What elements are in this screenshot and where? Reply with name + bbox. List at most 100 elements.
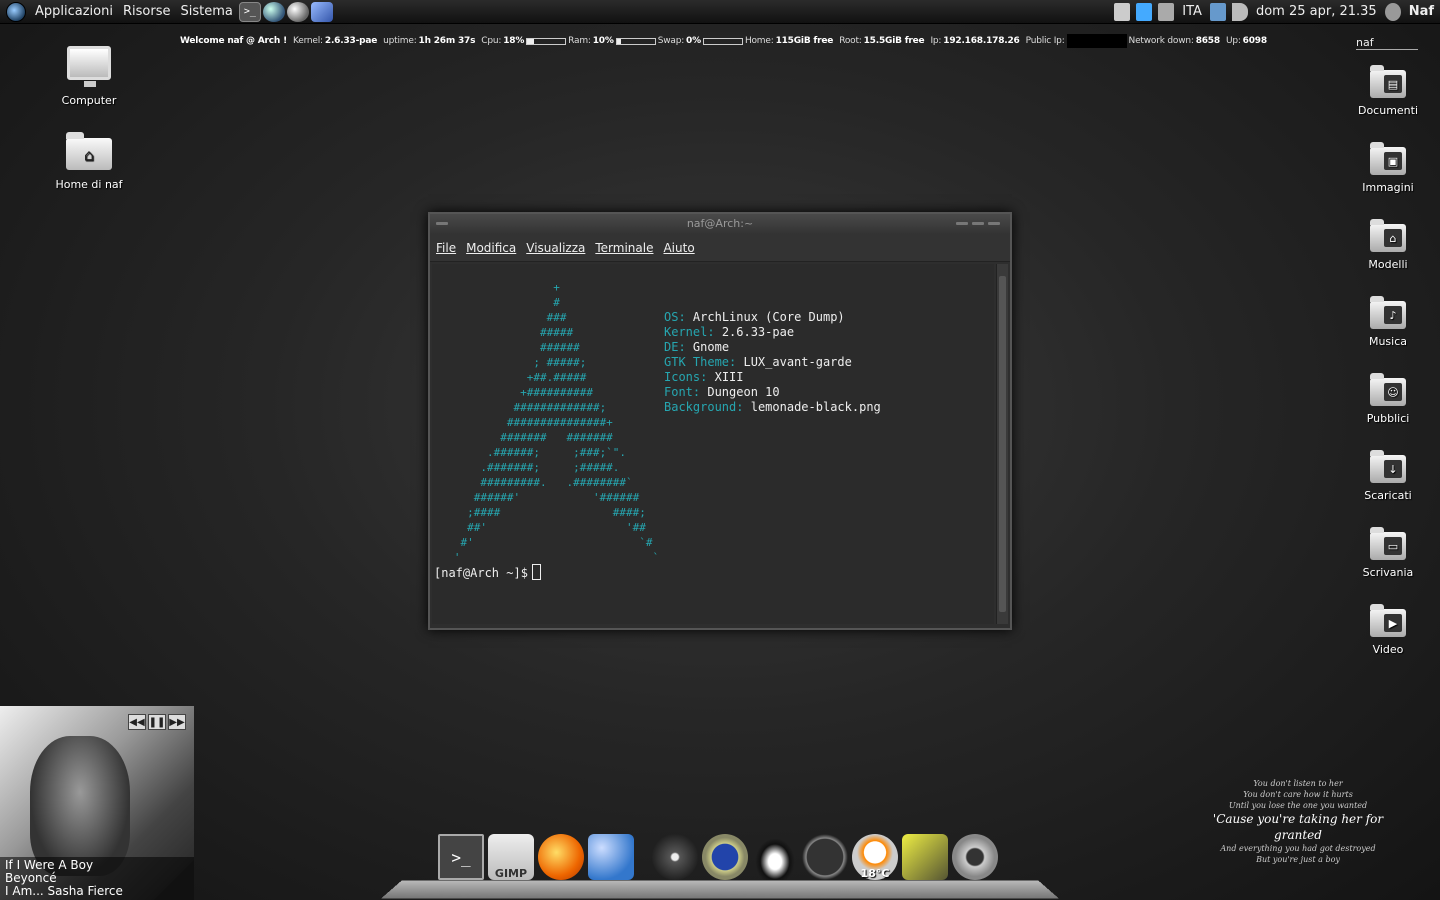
window-title: naf@Arch:~	[686, 217, 754, 230]
desktop-icon-documenti[interactable]: ▤ Documenti	[1350, 65, 1426, 117]
speaker-device-icon[interactable]	[1114, 2, 1131, 21]
info-value: Gnome	[692, 340, 730, 354]
folder-icon: ⌂	[1370, 219, 1406, 252]
window-menu-button[interactable]	[436, 222, 448, 225]
dock: >_ GIMP 18°C	[438, 834, 1002, 880]
desktop-icon-modelli[interactable]: ⌂ Modelli	[1350, 219, 1426, 271]
music-player-widget[interactable]: ◀◀ ❚❚ ▶▶ If I Were A Boy Beyoncé I Am...…	[0, 706, 194, 900]
dock-folder-icon[interactable]	[902, 834, 948, 880]
dock-firefox-icon[interactable]	[538, 834, 584, 880]
lyric-line: Until you lose the one you wanted	[1228, 801, 1368, 810]
shell-prompt[interactable]: [naf@Arch ~]$	[434, 564, 541, 581]
scrollbar-thumb[interactable]	[999, 276, 1006, 612]
conky-cpu-label: Cpu:	[481, 36, 502, 46]
info-value: lemonade-black.png	[750, 400, 881, 414]
info-value: XIII	[714, 370, 744, 384]
folder-icon: ▤	[1370, 65, 1406, 98]
conky-cpu: 18%	[503, 36, 525, 46]
menu-applicazioni[interactable]: Applicazioni	[30, 4, 118, 19]
public-ip-redacted	[1066, 34, 1127, 48]
folder-emblem-icon: ▤	[1384, 75, 1402, 93]
menu-modifica[interactable]: Modifica	[466, 241, 516, 255]
dock-tux-icon[interactable]	[752, 834, 798, 880]
dock-terminal-icon[interactable]: >_	[438, 834, 484, 880]
prompt-text: [naf@Arch ~]$	[434, 566, 528, 580]
panel-user-name[interactable]: Naf	[1409, 4, 1434, 19]
lyric-line: But you're just a boy	[1256, 855, 1340, 864]
maximize-button[interactable]	[972, 222, 984, 225]
conky-up-label: Up:	[1225, 36, 1241, 46]
desktop-icon-home[interactable]: ⌂ Home di naf	[44, 132, 134, 191]
media-launcher-icon[interactable]	[286, 1, 309, 22]
folder-emblem-icon: ☺	[1384, 383, 1402, 401]
desktop-icon-label: Scrivania	[1362, 566, 1414, 579]
terminal-scrollbar[interactable]	[996, 264, 1008, 624]
pointer-icon[interactable]	[1158, 2, 1175, 21]
info-line: Icons: XIII	[664, 370, 881, 385]
album-art-image	[30, 736, 130, 876]
menu-aiuto[interactable]: Aiuto	[663, 241, 694, 255]
network-icon[interactable]	[1209, 2, 1226, 21]
info-key: Icons:	[664, 370, 708, 384]
desktop-icon-musica[interactable]: ♪ Musica	[1350, 296, 1426, 348]
desktop-icon-scrivania[interactable]: ▭ Scrivania	[1350, 527, 1426, 579]
dock-weather-icon[interactable]: 18°C	[852, 834, 898, 880]
info-key: Font:	[664, 385, 701, 399]
folder-icon: ▭	[1370, 527, 1406, 560]
player-controls: ◀◀ ❚❚ ▶▶	[126, 714, 186, 730]
dock-settings-icon[interactable]	[952, 834, 998, 880]
dock-clock-icon[interactable]	[802, 834, 848, 880]
desktop-icon-scaricati[interactable]: ↓ Scaricati	[1350, 450, 1426, 502]
folder-emblem-icon: ▣	[1384, 152, 1402, 170]
desktop-icon-video[interactable]: ▶ Video	[1350, 604, 1426, 656]
dock-thunderbird-icon[interactable]	[588, 834, 634, 880]
dock-gimp-icon[interactable]: GIMP	[488, 834, 534, 880]
info-key: GTK Theme:	[664, 355, 737, 369]
next-track-button[interactable]: ▶▶	[168, 714, 186, 730]
desktop-icon-computer[interactable]: Computer	[44, 46, 134, 107]
swap-bar	[702, 37, 743, 45]
menu-terminale[interactable]: Terminale	[595, 241, 653, 255]
dropbox-icon[interactable]	[1136, 2, 1153, 21]
computer-icon	[67, 46, 111, 87]
text-cursor	[531, 564, 541, 580]
info-value: Dungeon 10	[707, 385, 780, 399]
desktop-icon-label: Computer	[61, 94, 117, 107]
browser-launcher-icon[interactable]	[262, 1, 285, 22]
mail-launcher-icon[interactable]	[310, 1, 333, 22]
desktop-icon-label: Documenti	[1357, 104, 1419, 117]
folder-icon: ▣	[1370, 142, 1406, 175]
panel-clock[interactable]: dom 25 apr, 21.35	[1256, 4, 1377, 19]
minimize-button[interactable]	[956, 222, 968, 225]
conky-down-label: Network down:	[1128, 36, 1194, 46]
conky-home: 115GiB free	[775, 36, 834, 46]
system-info: OS: ArchLinux (Core Dump) Kernel: 2.6.33-…	[664, 310, 881, 415]
close-button[interactable]	[988, 222, 1000, 225]
desktop-icon-immagini[interactable]: ▣ Immagini	[1350, 142, 1426, 194]
user-avatar-icon[interactable]	[1384, 2, 1401, 21]
keyboard-layout-indicator[interactable]: ITA	[1182, 4, 1202, 19]
volume-icon[interactable]	[1231, 2, 1248, 21]
lyric-line: And everything you had got destroyed	[1220, 844, 1376, 853]
menu-visualizza[interactable]: Visualizza	[526, 241, 585, 255]
dock-disc-icon[interactable]	[652, 834, 698, 880]
terminal-output[interactable]: + # ### ##### ###### ; #####; +##.##### …	[432, 264, 994, 624]
window-titlebar[interactable]: naf@Arch:~	[430, 214, 1010, 234]
distro-logo-icon[interactable]	[6, 1, 26, 22]
terminal-window[interactable]: naf@Arch:~ File Modifica Visualizza Term…	[428, 212, 1012, 630]
info-line: GTK Theme: LUX_avant-garde	[664, 355, 881, 370]
info-key: Kernel:	[664, 325, 715, 339]
conky-swap-label: Swap:	[657, 36, 685, 46]
menu-risorse[interactable]: Risorse	[118, 4, 176, 19]
terminal-launcher-icon[interactable]: >_	[238, 1, 261, 22]
menu-file[interactable]: File	[436, 241, 456, 255]
conky-swap: 0%	[686, 36, 701, 46]
pause-button[interactable]: ❚❚	[148, 714, 166, 730]
cpu-bar	[526, 37, 567, 45]
conky-root-label: Root:	[839, 36, 862, 46]
desktop-icon-pubblici[interactable]: ☺ Pubblici	[1350, 373, 1426, 425]
dock-separator	[638, 834, 648, 880]
menu-sistema[interactable]: Sistema	[175, 4, 237, 19]
previous-track-button[interactable]: ◀◀	[128, 714, 146, 730]
dock-globe-icon[interactable]	[702, 834, 748, 880]
